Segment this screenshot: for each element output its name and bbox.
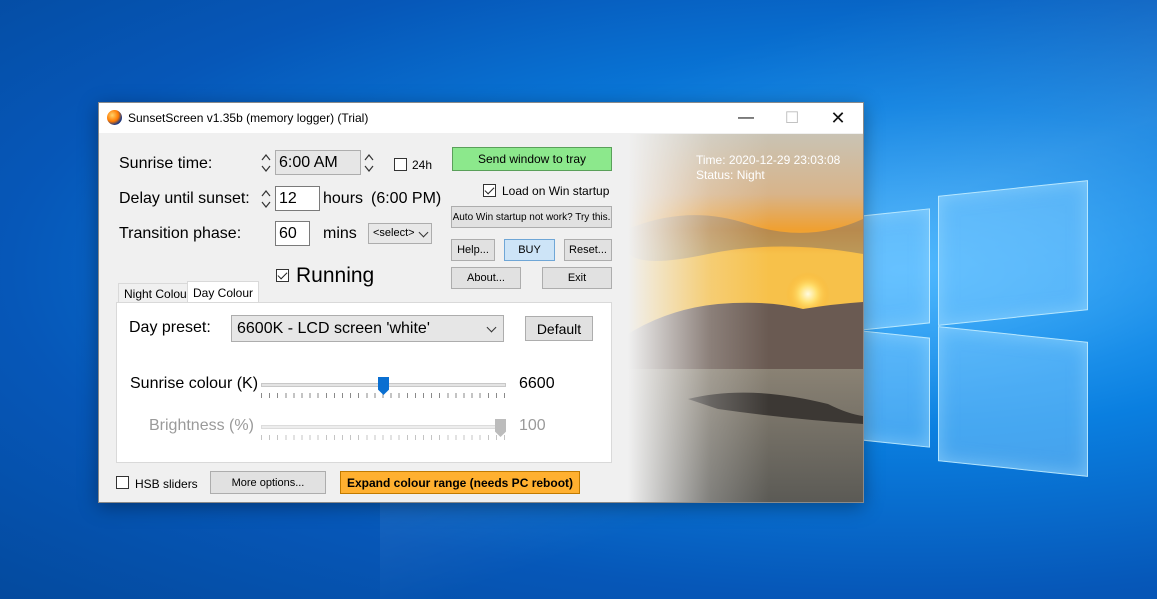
delay-unit-label: hours (323, 190, 364, 207)
sunrise-spinner-left[interactable] (261, 152, 271, 174)
transition-label: Transition phase: (119, 225, 242, 242)
about-button[interactable]: About... (451, 267, 521, 289)
current-status: Status: Night (696, 168, 765, 182)
app-window: SunsetScreen v1.35b (memory logger) (Tri… (98, 102, 864, 503)
delay-spinner[interactable] (261, 188, 271, 210)
sunrise-time-field[interactable]: 6:00 AM (275, 150, 361, 175)
sunrise-colour-value: 6600 (519, 375, 555, 392)
transition-mins-input[interactable]: 60 (275, 221, 310, 246)
24h-label: 24h (412, 158, 433, 172)
day-preset-value: 6600K - LCD screen 'white' (237, 320, 430, 337)
reset-button[interactable]: Reset... (564, 239, 612, 261)
running-label: Running (296, 264, 375, 287)
slider-ticks (261, 435, 506, 440)
windows-logo-pane (938, 326, 1088, 477)
windows-logo-pane (860, 330, 930, 448)
sunrise-time-label: Sunrise time: (119, 155, 213, 172)
title-bar[interactable]: SunsetScreen v1.35b (memory logger) (Tri… (99, 103, 863, 133)
day-preset-dropdown[interactable]: 6600K - LCD screen 'white' (231, 315, 504, 342)
load-on-startup-label: Load on Win startup (502, 184, 610, 198)
current-time: Time: 2020-12-29 23:03:08 (696, 153, 841, 167)
delay-label: Delay until sunset: (119, 190, 250, 207)
load-on-startup-checkbox[interactable] (483, 184, 496, 197)
running-checkbox[interactable] (276, 269, 289, 282)
updown-arrows-icon (261, 154, 271, 172)
updown-arrows-icon (364, 154, 374, 172)
transition-select-value: <select> (373, 227, 415, 239)
sunset-app-icon (107, 110, 122, 125)
hsb-sliders-label: HSB sliders (135, 477, 198, 491)
brightness-value: 100 (519, 417, 546, 434)
day-colour-panel: Day preset: 6600K - LCD screen 'white' D… (116, 302, 612, 463)
maximize-button[interactable]: ☐ (769, 103, 815, 133)
transition-unit-label: mins (323, 225, 357, 242)
sunset-preview-image: Time: 2020-12-29 23:03:08 Status: Night (628, 134, 863, 502)
slider-track (261, 425, 506, 429)
hsb-sliders-checkbox[interactable] (116, 476, 129, 489)
brightness-label: Brightness (%) (149, 417, 254, 434)
close-button[interactable]: ✕ (815, 103, 861, 133)
chevron-down-icon (486, 322, 497, 333)
chevron-down-icon (418, 227, 429, 238)
help-button[interactable]: Help... (451, 239, 495, 261)
expand-colour-range-button[interactable]: Expand colour range (needs PC reboot) (340, 471, 580, 494)
send-to-tray-button[interactable]: Send window to tray (452, 147, 612, 171)
sunrise-colour-slider[interactable] (261, 375, 506, 405)
delay-hours-input[interactable]: 12 (275, 186, 320, 211)
24h-checkbox[interactable] (394, 158, 407, 171)
tab-day-colour[interactable]: Day Colour (187, 281, 260, 304)
sunrise-spinner-right[interactable] (364, 152, 374, 174)
default-button[interactable]: Default (525, 316, 593, 341)
minimize-button[interactable]: — (723, 103, 769, 133)
windows-logo-pane (860, 208, 930, 331)
buy-button[interactable]: BUY (504, 239, 555, 261)
windows-logo (860, 180, 1092, 477)
windows-logo-pane (938, 180, 1088, 326)
more-options-button[interactable]: More options... (210, 471, 326, 494)
exit-button[interactable]: Exit (542, 267, 612, 289)
sunset-time-readout: (6:00 PM) (371, 190, 442, 207)
day-preset-label: Day preset: (129, 319, 211, 336)
transition-select[interactable]: <select> (368, 223, 432, 244)
window-title: SunsetScreen v1.35b (memory logger) (Tri… (128, 111, 369, 125)
auto-startup-button[interactable]: Auto Win startup not work? Try this. (451, 206, 612, 228)
tab-night-colour[interactable]: Night Colour (118, 283, 197, 304)
updown-arrows-icon (261, 190, 271, 208)
brightness-slider[interactable] (261, 417, 506, 447)
sunrise-colour-label: Sunrise colour (K) (130, 375, 259, 392)
